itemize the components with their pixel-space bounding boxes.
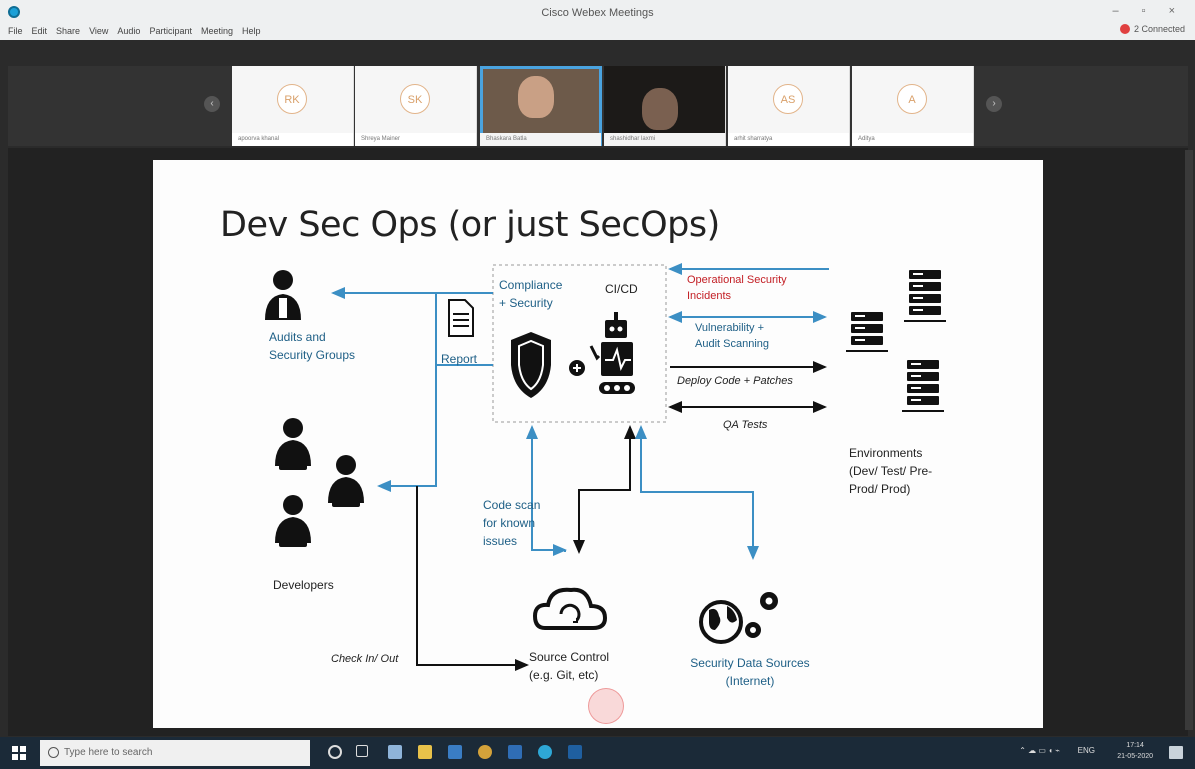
developer-icon <box>275 495 311 547</box>
windows-start-icon[interactable] <box>12 746 26 760</box>
avatar: AS <box>773 84 803 114</box>
avatar: RK <box>277 84 307 114</box>
robot-icon <box>589 312 635 394</box>
menu-share[interactable]: Share <box>56 26 80 36</box>
shield-icon <box>511 332 551 398</box>
cicd-label: CI/CD <box>605 282 638 296</box>
arrow-source-control <box>573 425 636 554</box>
taskbar-clock[interactable]: 17:14 21-05-2020 <box>1117 740 1153 762</box>
window-titlebar: Cisco Webex Meetings – ▫ × File Edit Sha… <box>0 0 1195 40</box>
auditor-icon <box>265 270 301 320</box>
report-document-icon <box>448 299 474 337</box>
task-view-icon[interactable] <box>356 745 368 757</box>
code-scan-label: Code scan for known issues <box>483 498 541 548</box>
window-title: Cisco Webex Meetings <box>541 7 654 19</box>
participant-filmstrip: ‹ RK apoorva khanal SK Shreya Mainer Bha… <box>8 66 1188 146</box>
filmstrip-prev-icon[interactable]: ‹ <box>204 96 220 112</box>
presentation-slide: Dev Sec Ops (or just SecOps) Audits and … <box>153 160 1043 728</box>
participant-name: Shreya Mainer <box>355 133 476 146</box>
menu-help[interactable]: Help <box>242 26 261 36</box>
notification-icon[interactable] <box>1169 746 1183 759</box>
windows-taskbar: Type here to search ⌃ ☁ ▭ ◖ ⌁ ENG 17:14 … <box>0 737 1195 769</box>
search-icon <box>48 747 59 758</box>
arrow-to-developers <box>377 293 437 492</box>
taskbar-search-input[interactable]: Type here to search <box>40 740 310 766</box>
cloud-sync-icon <box>532 587 608 630</box>
participant-name: arhit sharratya <box>728 133 849 146</box>
webex-taskbar-icon[interactable] <box>538 745 552 759</box>
system-tray-icons[interactable]: ⌃ ☁ ▭ ◖ ⌁ <box>1019 746 1060 755</box>
participant-tile[interactable]: AS arhit sharratya <box>728 66 850 146</box>
security-sources-label: Security Data Sources (Internet) <box>690 656 810 688</box>
connection-icon <box>1119 24 1130 34</box>
participant-name: apoorva khanal <box>232 133 353 146</box>
filmstrip-next-icon[interactable]: › <box>986 96 1002 112</box>
avatar: SK <box>400 84 430 114</box>
language-indicator[interactable]: ENG <box>1078 746 1095 755</box>
mail-icon[interactable] <box>448 745 462 759</box>
menu-file[interactable]: File <box>8 26 23 36</box>
pointer-highlight-icon <box>588 688 624 724</box>
participant-tile[interactable]: A Aditya <box>852 66 974 146</box>
word-icon[interactable] <box>508 745 522 759</box>
window-controls[interactable]: – ▫ × <box>1112 5 1185 17</box>
globe-gears-icon <box>699 592 778 644</box>
developers-label: Developers <box>273 578 334 592</box>
connection-label: 2 Connected <box>1133 24 1185 34</box>
arrow-security-sources <box>635 425 759 560</box>
participant-video-tile[interactable]: shashidhar laxmi <box>604 66 726 146</box>
report-label: Report <box>441 352 478 366</box>
app-taskbar-icon[interactable] <box>568 745 582 759</box>
environments-label: Environments (Dev/ Test/ Pre- Prod/ Prod) <box>849 446 933 496</box>
file-explorer-icon[interactable] <box>418 745 432 759</box>
menu-meeting[interactable]: Meeting <box>201 26 233 36</box>
checkin-label: Check In/ Out <box>331 653 399 665</box>
participant-name: Aditya <box>852 133 973 146</box>
vulnerability-label: Vulnerability + Audit Scanning <box>695 322 769 350</box>
stage-scrollbar[interactable] <box>1185 150 1193 730</box>
audits-label: Audits and Security Groups <box>269 330 356 362</box>
qa-label: QA Tests <box>723 419 768 431</box>
participant-video <box>518 76 554 118</box>
participant-tile[interactable]: RK apoorva khanal <box>232 66 354 146</box>
chrome-icon[interactable] <box>478 745 492 759</box>
cortana-icon[interactable] <box>328 745 342 759</box>
incidents-label: Operational Security Incidents <box>687 274 787 302</box>
menu-edit[interactable]: Edit <box>32 26 48 36</box>
avatar: A <box>897 84 927 114</box>
menu-audio[interactable]: Audio <box>117 26 140 36</box>
participant-video-tile-active[interactable]: Bhaskara Batla <box>480 66 602 146</box>
plus-icon <box>569 360 585 376</box>
menu-participant[interactable]: Participant <box>149 26 192 36</box>
compliance-label: Compliance + Security <box>499 278 563 310</box>
developer-icon <box>275 418 311 470</box>
developer-icon <box>328 455 364 507</box>
menu-bar: File Edit Share View Audio Participant M… <box>8 26 261 36</box>
connection-status[interactable]: 2 Connected <box>1119 24 1185 34</box>
menu-view[interactable]: View <box>89 26 108 36</box>
participant-tile[interactable]: SK Shreya Mainer <box>355 66 477 146</box>
participant-name: shashidhar laxmi <box>604 133 725 146</box>
deploy-label: Deploy Code + Patches <box>677 375 793 387</box>
participant-video <box>642 88 678 130</box>
participant-name: Bhaskara Batla <box>480 133 601 146</box>
search-placeholder: Type here to search <box>64 747 153 758</box>
source-control-label: Source Control (e.g. Git, etc) <box>529 650 610 682</box>
edge-icon[interactable] <box>388 745 402 759</box>
